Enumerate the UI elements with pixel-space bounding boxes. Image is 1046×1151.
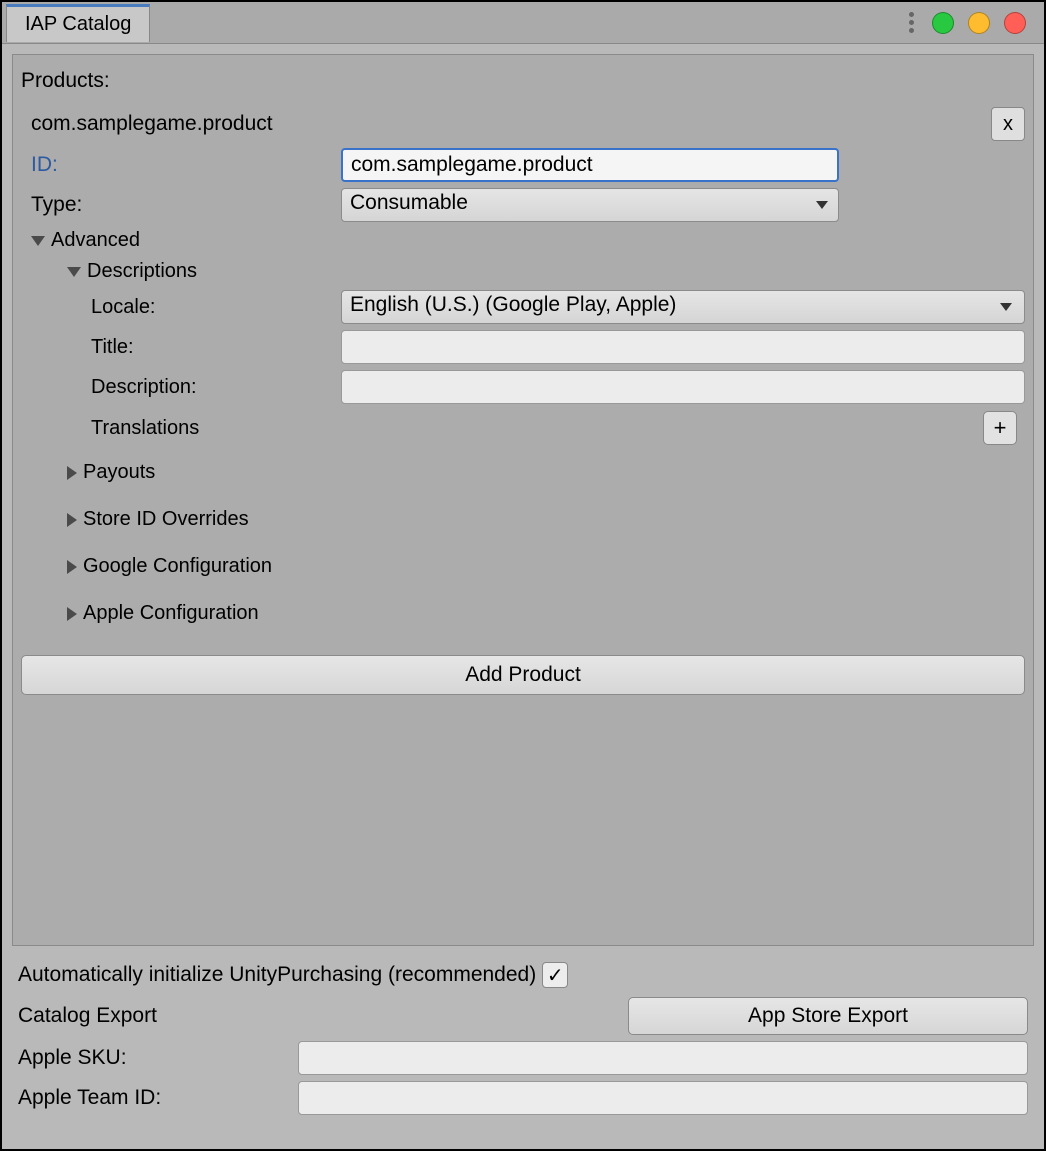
products-header: Products: [21,69,110,93]
id-label: ID: [31,153,341,177]
store-overrides-label: Store ID Overrides [83,508,249,531]
window-minimize-button[interactable] [932,12,954,34]
catalog-export-row: Catalog Export App Store Export [18,994,1028,1038]
payouts-label: Payouts [83,461,155,484]
foldout-arrow-icon [31,236,45,246]
foldout-arrow-icon [67,607,77,621]
apple-config-label: Apple Configuration [83,602,259,625]
title-input[interactable] [341,330,1025,364]
auto-init-row: Automatically initialize UnityPurchasing… [18,956,1028,994]
id-input[interactable] [341,148,839,182]
advanced-label: Advanced [51,229,140,252]
apple-sku-input[interactable] [298,1041,1028,1075]
apple-team-id-row: Apple Team ID: [18,1078,1028,1118]
title-label: Title: [91,336,341,359]
type-label: Type: [31,193,341,217]
description-row: Description: [21,367,1025,407]
product-row: com.samplegame.product x [21,103,1025,145]
add-translation-button[interactable]: + [983,411,1017,445]
app-store-export-button[interactable]: App Store Export [628,997,1028,1035]
title-bar: IAP Catalog [2,2,1044,44]
app-store-export-label: App Store Export [748,1004,908,1028]
window-close-button[interactable] [1004,12,1026,34]
type-select[interactable]: Consumable [341,188,839,222]
description-input[interactable] [341,370,1025,404]
catalog-export-label: Catalog Export [18,1004,298,1028]
remove-icon: x [1003,113,1013,136]
foldout-arrow-icon [67,560,77,574]
google-config-foldout[interactable]: Google Configuration [21,543,1025,590]
locale-row: Locale: English (U.S.) (Google Play, App… [21,287,1025,327]
content-area: Products: com.samplegame.product x ID: T… [2,44,1044,1149]
foldout-arrow-icon [67,267,81,277]
check-icon: ✓ [547,963,564,988]
plus-icon: + [994,415,1007,441]
kebab-menu-icon[interactable] [905,8,918,37]
payouts-foldout[interactable]: Payouts [21,449,1025,496]
footer-panel: Automatically initialize UnityPurchasing… [12,946,1034,1122]
tab-iap-catalog[interactable]: IAP Catalog [6,4,150,42]
product-name: com.samplegame.product [31,112,273,136]
apple-sku-label: Apple SKU: [18,1046,298,1070]
products-panel: Products: com.samplegame.product x ID: T… [12,54,1034,946]
translations-label: Translations [91,417,199,440]
store-overrides-foldout[interactable]: Store ID Overrides [21,496,1025,543]
apple-config-foldout[interactable]: Apple Configuration [21,590,1025,637]
apple-team-id-input[interactable] [298,1081,1028,1115]
description-label: Description: [91,376,341,399]
descriptions-label: Descriptions [87,260,197,283]
add-product-label: Add Product [465,663,581,687]
id-row: ID: [21,145,1025,185]
auto-init-checkbox[interactable]: ✓ [542,962,568,988]
auto-init-label: Automatically initialize UnityPurchasing… [18,963,536,987]
apple-team-id-label: Apple Team ID: [18,1086,298,1110]
window-maximize-button[interactable] [968,12,990,34]
tab-label: IAP Catalog [25,13,131,35]
type-row: Type: Consumable [21,185,1025,225]
foldout-arrow-icon [67,466,77,480]
translations-row: Translations + [21,407,1025,449]
foldout-arrow-icon [67,513,77,527]
locale-value: English (U.S.) (Google Play, Apple) [350,293,676,316]
locale-select[interactable]: English (U.S.) (Google Play, Apple) [341,290,1025,324]
products-header-row: Products: [21,63,1025,99]
apple-sku-row: Apple SKU: [18,1038,1028,1078]
google-config-label: Google Configuration [83,555,272,578]
advanced-foldout[interactable]: Advanced [21,225,1025,256]
descriptions-foldout[interactable]: Descriptions [21,256,1025,287]
locale-label: Locale: [91,296,341,319]
type-value: Consumable [350,191,468,214]
remove-product-button[interactable]: x [991,107,1025,141]
title-row: Title: [21,327,1025,367]
add-product-button[interactable]: Add Product [21,655,1025,695]
